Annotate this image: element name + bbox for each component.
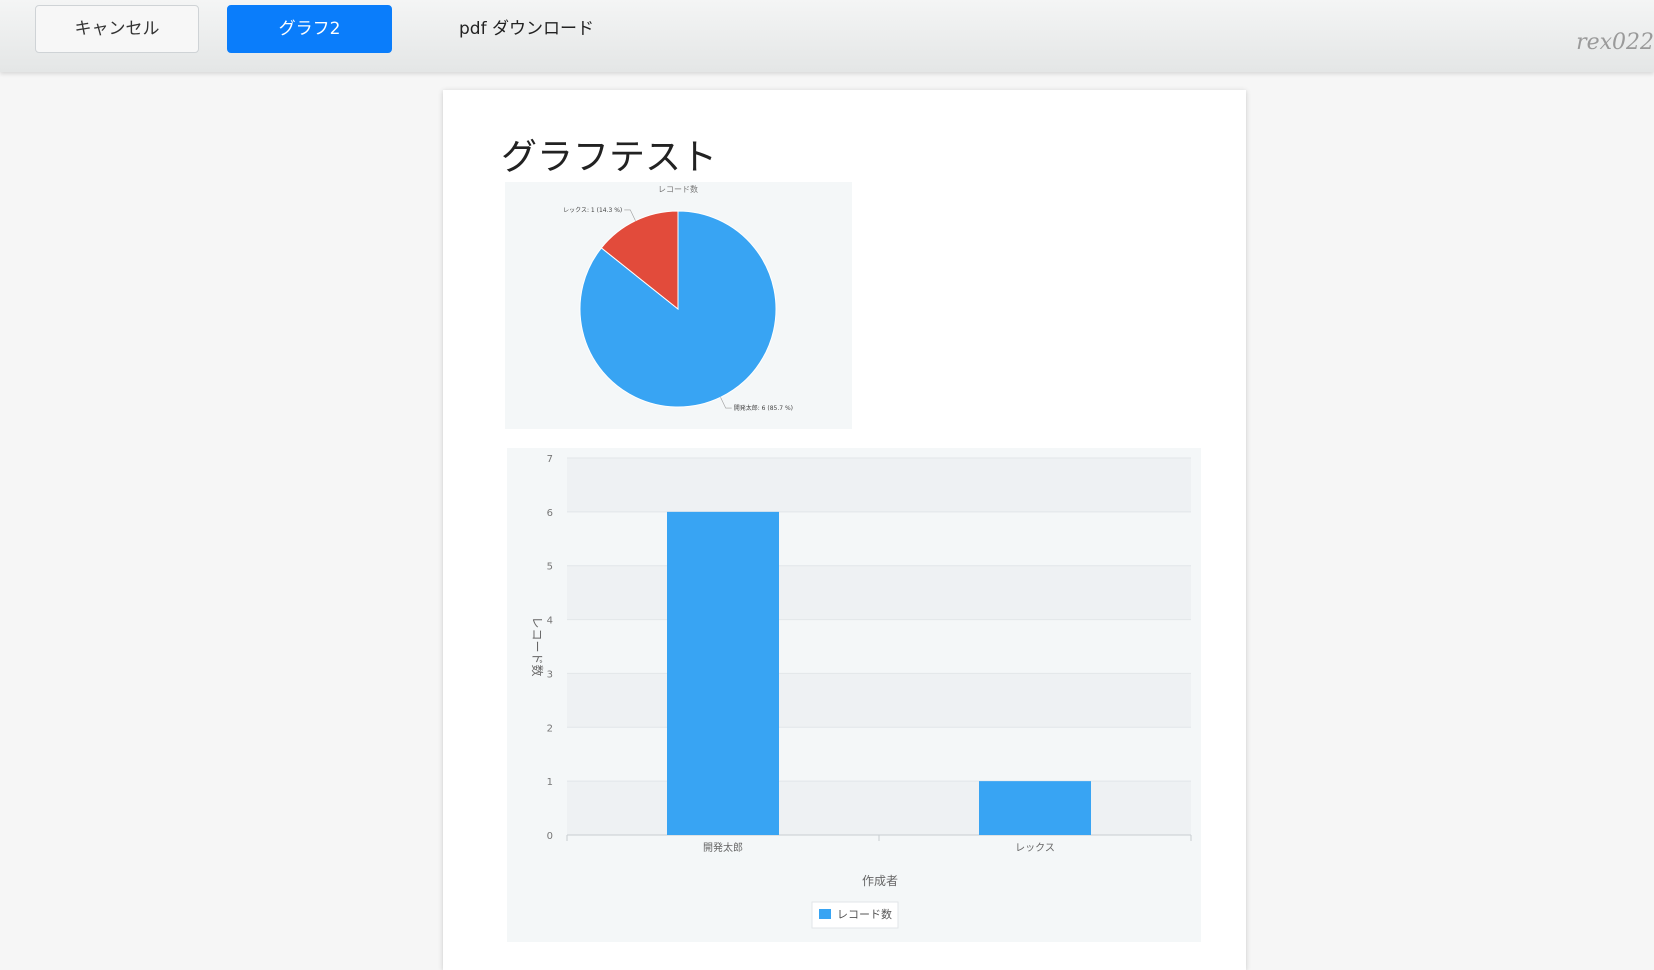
- pdf-download-button[interactable]: pdf ダウンロード: [440, 5, 600, 53]
- pie-chart: レコード数 開発太郎: 6 (85.7 %) レックス: 1 (14.3 %): [563, 184, 793, 412]
- bar-x-axis-label: 作成者: [862, 874, 898, 888]
- x-tick-label: 開発太郎: [703, 841, 743, 854]
- legend-label: レコード数: [837, 908, 892, 921]
- bar-y-axis-label: レコード数: [530, 616, 545, 676]
- top-toolbar: キャンセル グラフ2 pdf ダウンロード rex022: [0, 0, 1654, 72]
- pie-slice-label: レックス: 1 (14.3 %): [563, 207, 622, 214]
- y-tick-label: 0: [547, 831, 553, 842]
- bar-legend[interactable]: レコード数: [811, 901, 899, 929]
- y-tick-label: 1: [547, 777, 553, 788]
- bar-chart: 0 1 2 3 4 5 6 7 開発太郎 レックス レコード数 作成者 レコード数: [530, 454, 1192, 929]
- grid-band: [567, 781, 1191, 835]
- cancel-button[interactable]: キャンセル: [35, 5, 199, 53]
- legend-swatch: [819, 909, 831, 919]
- y-tick-label: 5: [547, 562, 553, 573]
- graph2-button[interactable]: グラフ2: [227, 5, 392, 53]
- bar[interactable]: [667, 511, 779, 835]
- pie-chart-panel: レコード数 開発太郎: 6 (85.7 %) レックス: 1 (14.3 %): [505, 182, 852, 429]
- y-tick-label: 6: [547, 508, 553, 519]
- pie-label-line: [624, 209, 636, 221]
- user-name: rex022: [1576, 30, 1654, 55]
- pie-label-line: [720, 397, 732, 409]
- pie-slice-label: 開発太郎: 6 (85.7 %): [734, 404, 793, 412]
- report-page: グラフテスト レコード数 開発太郎: 6 (85.7 %) レックス: 1 (14…: [443, 90, 1246, 970]
- y-tick-label: 4: [547, 616, 553, 627]
- x-tick-label: レックス: [1015, 842, 1055, 854]
- pie-chart-title: レコード数: [658, 184, 698, 194]
- grid-band: [567, 673, 1191, 728]
- grid-band: [567, 458, 1191, 512]
- y-tick-label: 3: [547, 669, 553, 680]
- y-tick-label: 7: [547, 454, 553, 465]
- report-title: グラフテスト: [501, 137, 718, 178]
- grid-band: [567, 565, 1191, 620]
- bar[interactable]: [979, 781, 1091, 835]
- bar-chart-panel: 0 1 2 3 4 5 6 7 開発太郎 レックス レコード数 作成者 レコード数: [507, 448, 1201, 942]
- y-tick-label: 2: [547, 723, 553, 734]
